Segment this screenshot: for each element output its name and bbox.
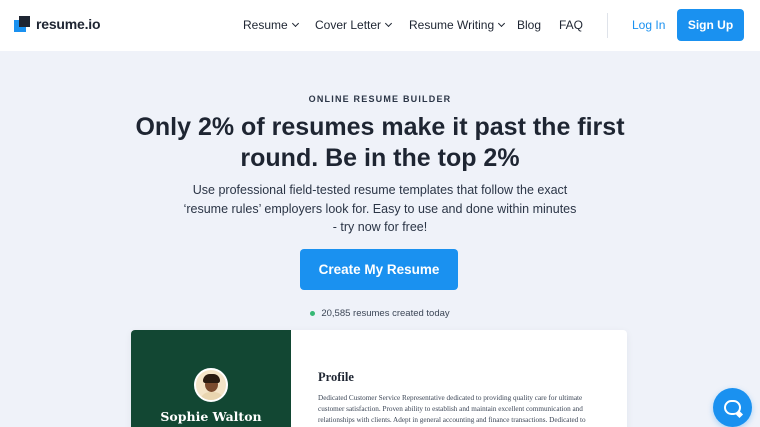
- chevron-down-icon: [291, 19, 299, 28]
- logo-text: resume.io: [36, 16, 101, 32]
- nav-label: Resume: [243, 18, 288, 32]
- resume-sidebar: Sophie Walton: [131, 330, 291, 427]
- site-header: resume.io Resume Cover Letter Resume Wri…: [0, 0, 760, 51]
- nav-resume[interactable]: Resume: [243, 18, 299, 32]
- nav-label: FAQ: [559, 18, 584, 32]
- nav-label: Blog: [517, 18, 542, 32]
- nav-blog[interactable]: Blog: [517, 18, 541, 32]
- avatar: [194, 368, 228, 402]
- nav-label: Resume Writing: [409, 18, 495, 32]
- hero-headline: Only 2% of resumes make it past the firs…: [135, 113, 625, 172]
- chat-bubble-icon: [724, 400, 741, 415]
- signup-button[interactable]: Sign Up: [677, 9, 744, 41]
- logo-mark-icon: [14, 16, 30, 32]
- create-resume-button[interactable]: Create My Resume: [300, 249, 458, 290]
- nav-resume-writing[interactable]: Resume Writing: [409, 18, 506, 32]
- hero-subtext: Use professional field-tested resume tem…: [183, 183, 577, 234]
- logo[interactable]: resume.io: [14, 16, 101, 32]
- nav-faq[interactable]: FAQ: [559, 18, 583, 32]
- profile-text: Dedicated Customer Service Representativ…: [318, 394, 586, 424]
- resume-preview: Sophie Walton Profile Dedicated Customer…: [131, 330, 627, 427]
- nav-label: Cover Letter: [315, 18, 382, 32]
- chevron-down-icon: [498, 19, 506, 28]
- counter-text: 20,585 resumes created today: [321, 308, 450, 319]
- chat-button[interactable]: [713, 388, 752, 427]
- hero-eyebrow: ONLINE RESUME BUILDER: [308, 94, 452, 104]
- nav-cover-letter[interactable]: Cover Letter: [315, 18, 393, 32]
- resume-counter: 20,585 resumes created today: [0, 308, 760, 319]
- resume-name: Sophie Walton: [160, 409, 262, 424]
- profile-heading: Profile: [318, 370, 354, 384]
- nav-divider: [607, 13, 608, 38]
- chevron-down-icon: [384, 19, 393, 28]
- resume-main: Profile Dedicated Customer Service Repre…: [318, 370, 608, 427]
- status-dot-icon: [310, 311, 316, 316]
- login-link[interactable]: Log In: [632, 18, 665, 32]
